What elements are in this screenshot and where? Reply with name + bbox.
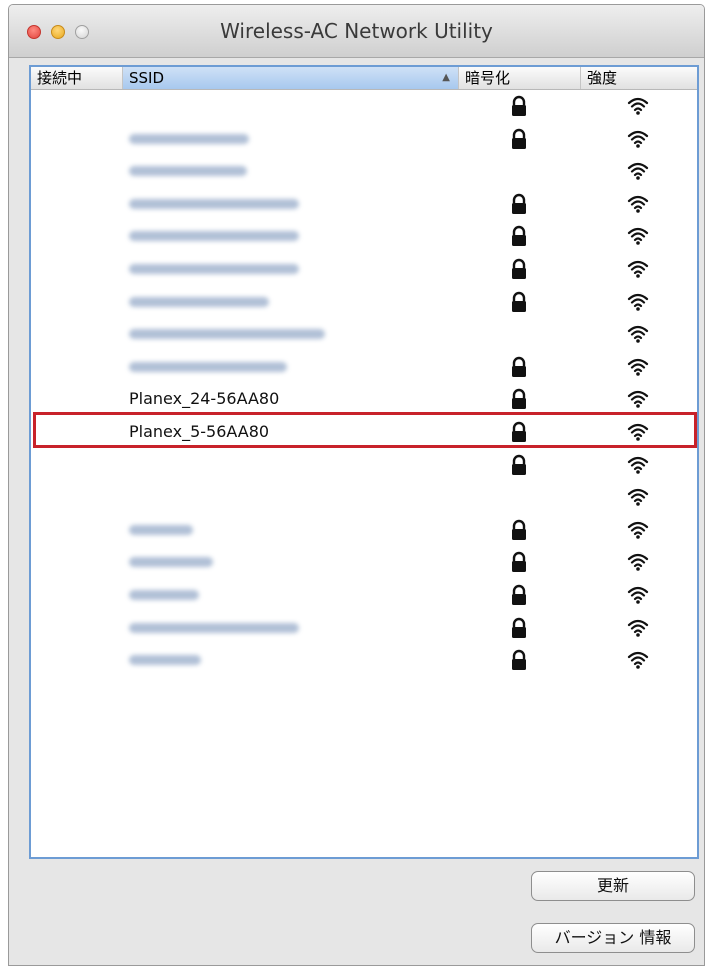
- highlight-box: [33, 412, 697, 448]
- network-row[interactable]: [31, 644, 697, 677]
- column-header-ssid[interactable]: SSID ▲: [123, 67, 459, 89]
- update-button[interactable]: 更新: [531, 871, 695, 901]
- wifi-signal-icon: [627, 521, 649, 539]
- network-list[interactable]: 接続中 SSID ▲ 暗号化 強度 Planex_24-56AA80 Planex…: [29, 65, 699, 859]
- blurred-ssid: [129, 524, 193, 535]
- network-row[interactable]: [31, 286, 697, 319]
- network-row[interactable]: [31, 188, 697, 221]
- network-row[interactable]: [31, 351, 697, 384]
- column-header-encryption[interactable]: 暗号化: [459, 67, 581, 89]
- wifi-signal-icon: [627, 586, 649, 604]
- lock-icon: [512, 454, 526, 475]
- blurred-ssid: [129, 557, 213, 568]
- wifi-signal-icon: [627, 130, 649, 148]
- network-row[interactable]: [31, 449, 697, 482]
- lock-icon: [512, 128, 526, 149]
- wifi-signal-icon: [627, 652, 649, 669]
- wifi-signal-icon: [627, 293, 649, 311]
- blurred-ssid: [129, 622, 299, 633]
- blurred-ssid: [129, 361, 287, 372]
- blurred-ssid: [129, 589, 199, 600]
- table-header: 接続中 SSID ▲ 暗号化 強度: [31, 67, 697, 90]
- network-row[interactable]: [31, 318, 697, 351]
- blurred-ssid: [129, 329, 325, 340]
- lock-icon: [512, 649, 526, 671]
- lock-icon: [512, 226, 526, 247]
- wifi-signal-icon: [627, 326, 649, 343]
- blurred-ssid: [129, 263, 299, 274]
- title-bar[interactable]: Wireless-AC Network Utility: [9, 5, 704, 58]
- blurred-ssid: [129, 198, 299, 209]
- wifi-signal-icon: [627, 97, 649, 115]
- network-row[interactable]: [31, 90, 697, 123]
- lock-icon: [512, 552, 526, 573]
- column-header-connected[interactable]: 接続中: [31, 67, 123, 89]
- blurred-ssid: [129, 655, 201, 666]
- wifi-signal-icon: [627, 358, 649, 376]
- lock-icon: [512, 584, 526, 605]
- wifi-signal-icon: [627, 554, 649, 572]
- wifi-signal-icon: [627, 391, 649, 409]
- column-header-ssid-label: SSID: [129, 69, 165, 87]
- network-row[interactable]: [31, 514, 697, 547]
- version-info-button[interactable]: バージョン 情報: [531, 923, 695, 953]
- network-row[interactable]: [31, 612, 697, 645]
- network-rows: Planex_24-56AA80 Planex_5-56AA80: [31, 90, 697, 677]
- ssid-label: Planex_24-56AA80: [129, 389, 280, 409]
- app-window: Wireless-AC Network Utility 接続中 SSID ▲ 暗…: [8, 4, 705, 966]
- blurred-ssid: [129, 166, 247, 177]
- wifi-signal-icon: [627, 260, 649, 278]
- lock-icon: [512, 258, 526, 279]
- network-row[interactable]: [31, 220, 697, 253]
- network-row[interactable]: [31, 155, 697, 188]
- window-title: Wireless-AC Network Utility: [220, 19, 493, 43]
- network-row[interactable]: [31, 579, 697, 612]
- lock-icon: [512, 389, 526, 410]
- network-row[interactable]: [31, 253, 697, 286]
- blurred-ssid: [129, 296, 269, 307]
- wifi-signal-icon: [627, 195, 649, 213]
- wifi-signal-icon: [627, 456, 649, 474]
- network-row[interactable]: [31, 481, 697, 514]
- lock-icon: [512, 519, 526, 540]
- lock-icon: [512, 356, 526, 377]
- wifi-signal-icon: [627, 489, 649, 506]
- lock-icon: [512, 95, 526, 116]
- lock-icon: [512, 291, 526, 312]
- lock-icon: [512, 617, 526, 638]
- wifi-signal-icon: [627, 619, 649, 637]
- sort-ascending-icon: ▲: [442, 72, 450, 83]
- blurred-ssid: [129, 133, 249, 144]
- column-header-strength[interactable]: 強度: [581, 67, 697, 89]
- wifi-signal-icon: [627, 228, 649, 246]
- wifi-signal-icon: [627, 163, 649, 180]
- blurred-ssid: [129, 231, 299, 242]
- network-row[interactable]: [31, 546, 697, 579]
- network-row[interactable]: [31, 123, 697, 156]
- lock-icon: [512, 193, 526, 214]
